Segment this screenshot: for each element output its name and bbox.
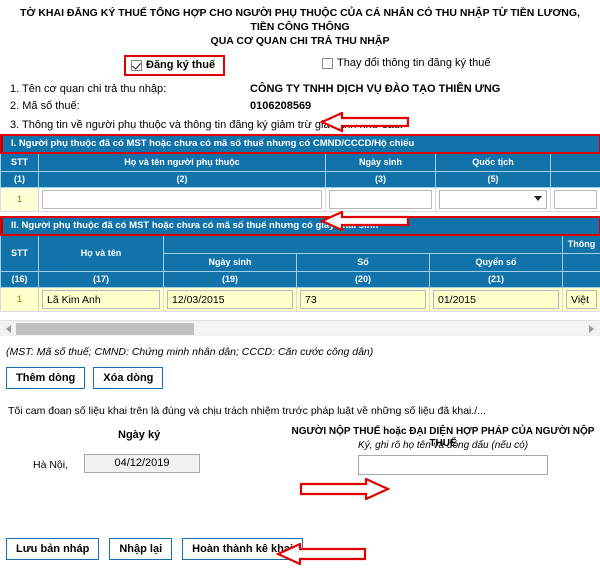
s2-row1-quyenso-input[interactable]	[433, 290, 559, 309]
signature-section: Ngày ký Hà Nội, 04/12/2019 NGƯỜI NỘP THU…	[0, 423, 600, 497]
s1-row1-dob-cell	[326, 188, 436, 212]
sign-date-title: Ngày ký	[118, 429, 160, 441]
option-register-tax-label: Đăng ký thuế	[146, 59, 215, 71]
s2-num-country	[563, 272, 600, 288]
s2-col-quyenso: Quyển số	[430, 254, 563, 272]
sign-date-value[interactable]: 04/12/2019	[84, 454, 200, 473]
section-2-group-header-row: STT Họ và tên Thông	[1, 236, 600, 254]
s2-row1-name-cell	[39, 288, 164, 312]
s2-group-info: Thông	[563, 236, 600, 254]
option-register-tax[interactable]: Đăng ký thuế	[124, 55, 225, 76]
section-1-header-row: STT Họ và tên người phụ thuộc Ngày sinh …	[1, 154, 600, 172]
scrollbar-thumb[interactable]	[16, 323, 194, 335]
s2-col-name: Họ và tên	[39, 236, 164, 272]
s2-col-so: Số	[297, 254, 430, 272]
abbreviation-note: (MST: Mã số thuế; CMND: Chứng minh nhân …	[0, 336, 600, 358]
checkbox-change-info-icon[interactable]	[322, 58, 333, 69]
form-action-buttons: Lưu bản nháp Nhập lại Hoàn thành kê khai	[6, 538, 303, 560]
s2-row1-country-input[interactable]	[566, 290, 597, 309]
page-title-line1: TỜ KHAI ĐĂNG KÝ THUẾ TỔNG HỢP CHO NGƯỜI …	[10, 6, 590, 34]
section-2-container: II. Người phụ thuộc đã có MST hoặc chưa …	[0, 217, 600, 312]
tax-code-row: 2. Mã số thuế: 0106208569	[10, 99, 600, 116]
tax-declaration-page: TỜ KHAI ĐĂNG KÝ THUẾ TỔNG HỢP CHO NGƯỜI …	[0, 0, 600, 572]
s2-num-stt: (16)	[1, 272, 39, 288]
s1-col-dob: Ngày sinh	[326, 154, 436, 172]
payer-name-row: 1. Tên cơ quan chi trả thu nhập: CÔNG TY…	[10, 82, 600, 99]
table-row: 1	[1, 188, 600, 212]
sign-city-label: Hà Nội,	[33, 459, 68, 471]
section-1-container: I. Người phụ thuộc đã có MST hoặc chưa c…	[0, 135, 600, 212]
s1-num-stt: (1)	[1, 172, 39, 188]
s1-num-nationality: (5)	[436, 172, 551, 188]
s1-row1-nationality-select[interactable]	[439, 190, 547, 209]
s1-col-extra	[551, 154, 600, 172]
registration-type-options: Đăng ký thuế Thay đổi thông tin đăng ký …	[0, 54, 600, 78]
s2-num-quyenso: (21)	[430, 272, 563, 288]
section-1-title: I. Người phụ thuộc đã có MST hoặc chưa c…	[0, 135, 600, 153]
delete-row-button[interactable]: Xóa dòng	[93, 367, 163, 389]
complete-declaration-button[interactable]: Hoàn thành kê khai	[182, 538, 303, 560]
s2-col-stt: STT	[1, 236, 39, 272]
s1-row1-extra-input[interactable]	[554, 190, 597, 209]
section-2-title: II. Người phụ thuộc đã có MST hoặc chưa …	[0, 217, 600, 235]
s2-col-dob: Ngày sinh	[164, 254, 297, 272]
s2-num-name: (17)	[39, 272, 164, 288]
reset-button[interactable]: Nhập lại	[109, 538, 172, 560]
signature-input[interactable]	[358, 455, 548, 475]
s1-col-stt: STT	[1, 154, 39, 172]
s2-row1-dob-cell	[164, 288, 297, 312]
page-title: TỜ KHAI ĐĂNG KÝ THUẾ TỔNG HỢP CHO NGƯỜI …	[0, 0, 600, 50]
section-1-number-row: (1) (2) (3) (5)	[1, 172, 600, 188]
s1-row1-nationality-cell	[436, 188, 551, 212]
s1-row1-name-cell	[39, 188, 326, 212]
scroll-left-arrow-icon[interactable]	[6, 325, 11, 333]
s1-row1-nationality-input[interactable]	[439, 190, 547, 209]
option-change-info[interactable]: Thay đổi thông tin đăng ký thuế	[322, 57, 491, 69]
horizontal-scrollbar[interactable]	[0, 320, 600, 336]
payer-info-block: 1. Tên cơ quan chi trả thu nhập: CÔNG TY…	[0, 78, 600, 131]
payer-name-label: 1. Tên cơ quan chi trả thu nhập:	[10, 83, 166, 95]
scroll-right-arrow-icon[interactable]	[589, 325, 594, 333]
table-row: 1	[1, 288, 600, 312]
s2-row1-quyenso-cell	[430, 288, 563, 312]
section-2-number-row: (16) (17) (19) (20) (21)	[1, 272, 600, 288]
s1-row1-name-input[interactable]	[42, 190, 322, 209]
s1-col-name: Họ và tên người phụ thuộc	[39, 154, 326, 172]
s1-row1-dob-input[interactable]	[329, 190, 432, 209]
s1-col-nationality: Quốc tịch	[436, 154, 551, 172]
s1-num-extra	[551, 172, 600, 188]
s2-col-country	[563, 254, 600, 272]
checkbox-register-tax-icon[interactable]	[131, 60, 142, 71]
s2-row1-stt: 1	[1, 288, 39, 312]
tax-code-value: 0106208569	[250, 100, 311, 112]
s2-row1-dob-input[interactable]	[167, 290, 293, 309]
s1-row1-stt: 1	[1, 188, 39, 212]
section-2-table: STT Họ và tên Thông Ngày sinh Số Quyển s…	[0, 235, 600, 312]
s2-row1-so-cell	[297, 288, 430, 312]
add-row-button[interactable]: Thêm dòng	[6, 367, 85, 389]
s1-num-name: (2)	[39, 172, 326, 188]
option-change-info-label: Thay đổi thông tin đăng ký thuế	[337, 57, 491, 69]
s2-row1-country-cell	[563, 288, 600, 312]
s1-num-dob: (3)	[326, 172, 436, 188]
s2-num-so: (20)	[297, 272, 430, 288]
tax-code-label: 2. Mã số thuế:	[10, 100, 80, 112]
save-draft-button[interactable]: Lưu bản nháp	[6, 538, 99, 560]
s2-num-dob: (19)	[164, 272, 297, 288]
section-1-table: STT Họ và tên người phụ thuộc Ngày sinh …	[0, 153, 600, 212]
page-title-line2: QUA CƠ QUAN CHI TRẢ THU NHẬP	[10, 34, 590, 48]
s2-row1-so-input[interactable]	[300, 290, 426, 309]
dependents-info-note: 3. Thông tin về người phụ thuộc và thông…	[10, 116, 600, 131]
pledge-text: Tôi cam đoan số liệu khai trên là đúng v…	[0, 389, 600, 417]
s2-row1-name-input[interactable]	[42, 290, 160, 309]
s2-group-birthcert	[164, 236, 563, 254]
taxpayer-subtitle: Ký, ghi rõ họ tên và đóng dấu (nếu có)	[288, 440, 598, 451]
row-action-buttons: Thêm dòng Xóa dòng	[0, 358, 600, 389]
payer-name-value: CÔNG TY TNHH DỊCH VỤ ĐÀO TẠO THIÊN ƯNG	[250, 83, 500, 95]
s1-row1-extra-cell	[551, 188, 600, 212]
